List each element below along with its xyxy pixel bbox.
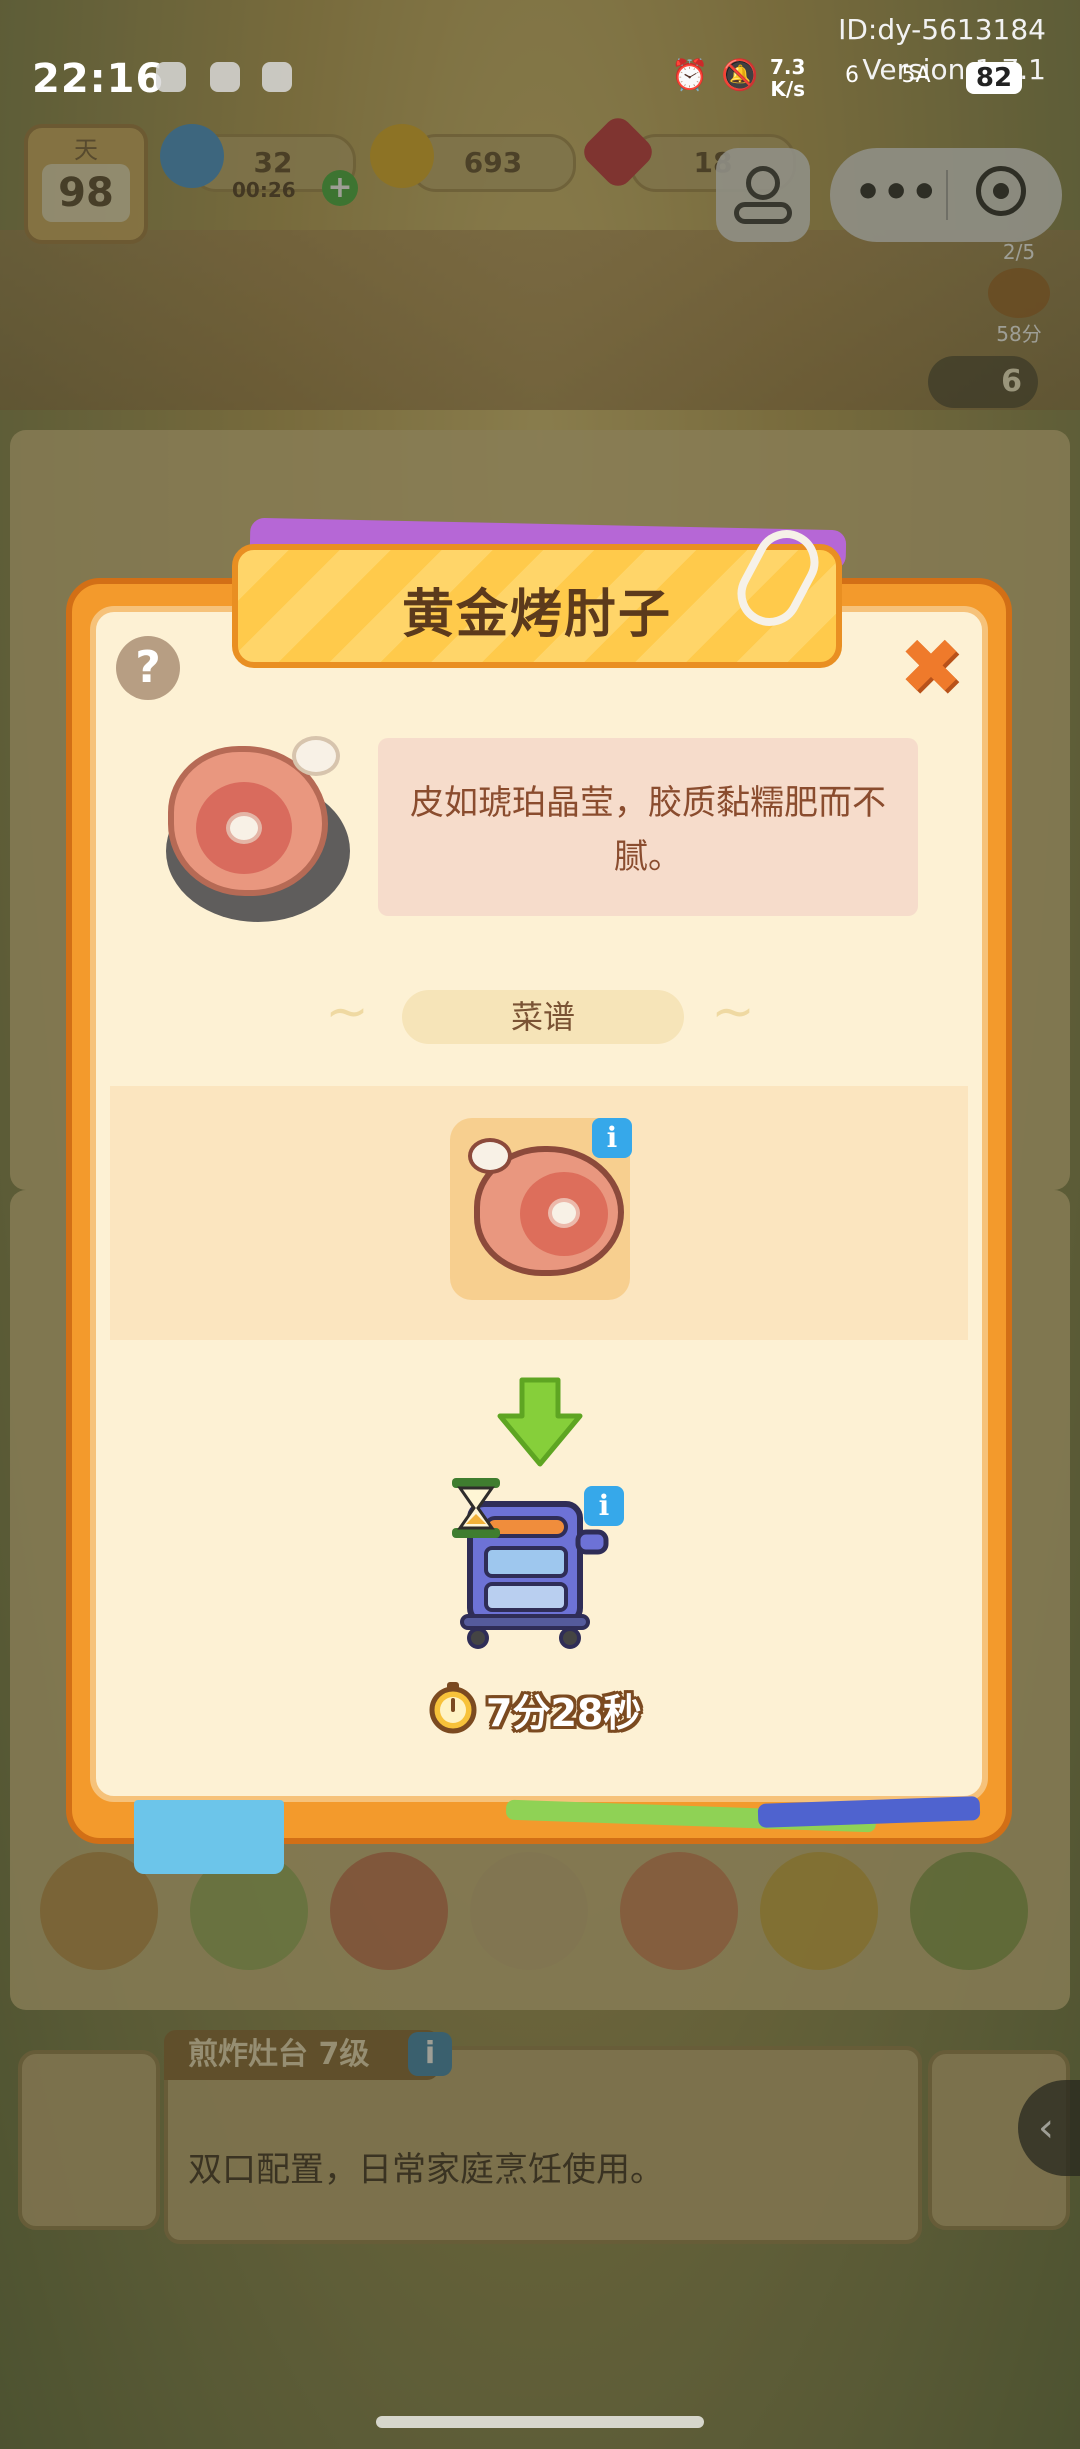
dish-description: 皮如琥珀晶莹，胶质黏糯肥而不腻。	[410, 783, 886, 877]
battery-icon: 82	[966, 62, 1022, 94]
ham-bone-end	[292, 736, 340, 776]
ingredient-info-icon[interactable]: i	[592, 1118, 632, 1158]
status-bar: 22:16 ID:dy-5613184 Version:1.7.1 ⏰ 🔕 7.…	[0, 13, 1080, 120]
wifi-icon: 6	[832, 56, 872, 96]
arrow-down-icon	[497, 1377, 583, 1467]
mute-bell-icon: 🔕	[721, 58, 759, 93]
network-label: 6	[845, 63, 859, 88]
ham-bone	[226, 812, 262, 844]
raw-pork-knuckle-icon	[468, 1138, 624, 1276]
account-id: ID:dy-5613184	[838, 13, 1046, 46]
network-speed-value: 7.3	[770, 55, 806, 79]
ham-bone-end	[468, 1138, 512, 1174]
recipe-label: 菜谱	[510, 998, 575, 1036]
cookware-info-icon[interactable]: i	[584, 1486, 624, 1526]
signal-label: 5A	[901, 63, 931, 88]
notification-app-icon	[156, 62, 186, 92]
hourglass-icon	[452, 1478, 500, 1538]
left-ornament-icon: ~	[325, 982, 369, 1042]
cook-time: 7分28秒	[486, 1691, 642, 1735]
cell-signal-icon: 5A	[896, 56, 936, 96]
ham-bone	[548, 1198, 580, 1228]
right-ornament-icon: ~	[711, 982, 755, 1042]
roast-pork-knuckle-icon	[168, 736, 340, 896]
stopwatch-icon	[429, 1682, 477, 1734]
alarm-icon: ⏰	[671, 58, 709, 93]
close-icon[interactable]: ✖	[898, 629, 964, 705]
help-icon[interactable]: ?	[116, 636, 180, 700]
tape-decoration	[134, 1800, 284, 1874]
home-indicator[interactable]	[376, 2416, 704, 2428]
network-speed-unit: K/s	[770, 77, 806, 101]
network-speed: 7.3 K/s	[770, 56, 805, 100]
clock: 22:16	[32, 56, 165, 102]
notification-app-icon	[262, 62, 292, 92]
notification-app-icon	[210, 62, 240, 92]
